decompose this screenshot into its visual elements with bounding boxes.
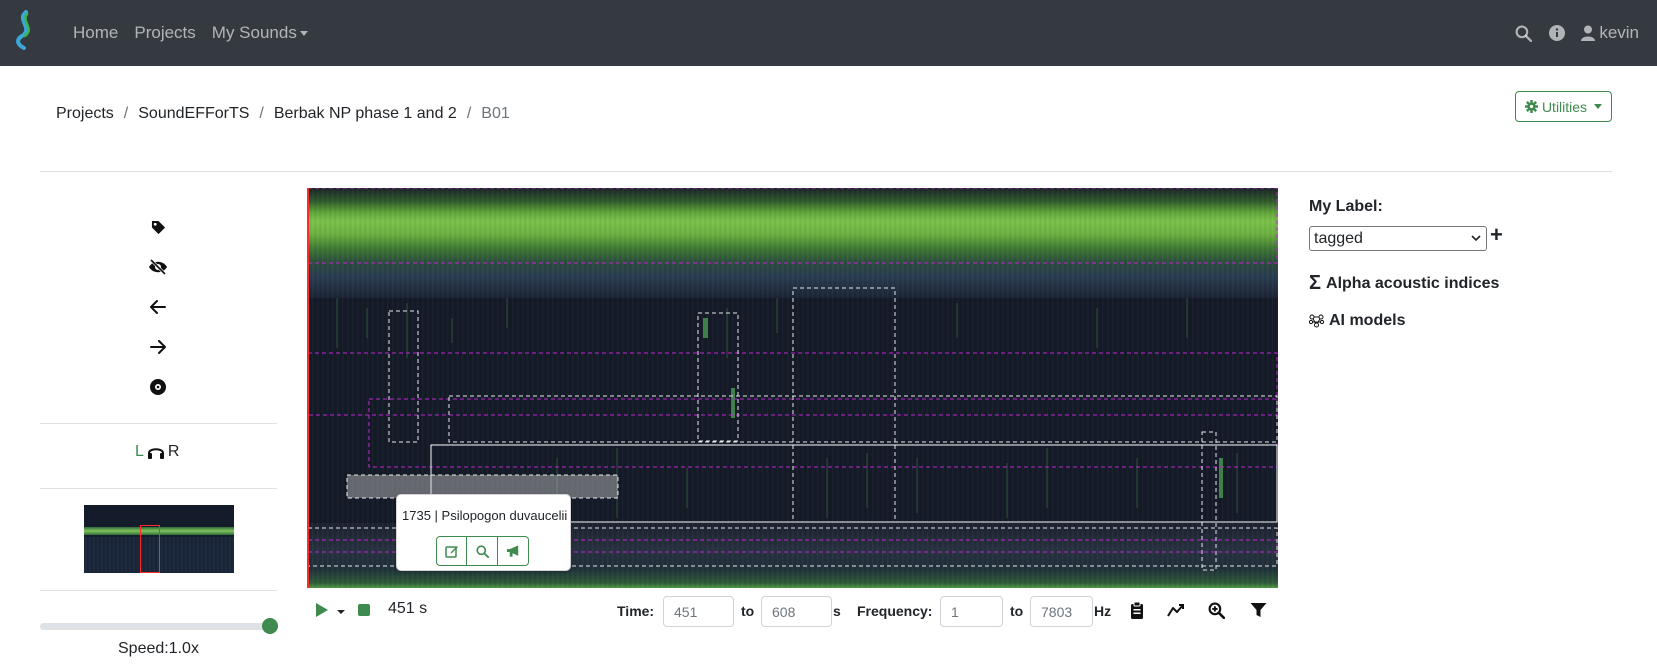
my-label-heading: My Label: bbox=[1309, 198, 1383, 215]
time-from-input[interactable] bbox=[663, 596, 734, 627]
chevron-down-icon bbox=[1471, 235, 1481, 242]
chart-line-icon[interactable] bbox=[1166, 600, 1186, 620]
popup-title: 1735 | Psilopogon duvaucelii bbox=[402, 508, 568, 523]
eye-slash-icon[interactable] bbox=[148, 257, 168, 277]
breadcrumb-separator: / bbox=[466, 105, 472, 122]
call-review-button[interactable] bbox=[498, 536, 529, 566]
current-time: 451 s bbox=[388, 600, 428, 617]
label-popup: 1735 | Psilopogon duvaucelii bbox=[396, 494, 571, 571]
utilities-button[interactable]: Utilities bbox=[1515, 91, 1612, 122]
add-label-button[interactable]: + bbox=[1490, 222, 1503, 248]
sigma-icon: Σ bbox=[1309, 272, 1322, 294]
zoom-to-label-button[interactable] bbox=[467, 536, 498, 566]
freq-unit: Hz bbox=[1094, 603, 1112, 619]
breadcrumb-collection[interactable]: Berbak NP phase 1 and 2 bbox=[274, 105, 457, 123]
chevron-down-icon bbox=[299, 31, 308, 37]
play-icon[interactable] bbox=[314, 601, 330, 619]
speed-label: Speed:1.0x bbox=[118, 640, 199, 657]
utilities-label: Utilities bbox=[1541, 98, 1588, 115]
navbar: Home Projects My Sounds kevin bbox=[0, 0, 1657, 66]
breadcrumb-projects[interactable]: Projects bbox=[56, 105, 114, 123]
search-icon bbox=[475, 544, 489, 558]
popup-buttons bbox=[436, 536, 529, 566]
time-to-label: to bbox=[741, 603, 755, 619]
stop-button[interactable] bbox=[358, 604, 370, 616]
search-icon[interactable] bbox=[1513, 23, 1533, 43]
channel-left[interactable]: L bbox=[135, 443, 144, 461]
tools-divider bbox=[40, 423, 277, 424]
network-icon bbox=[1309, 314, 1324, 328]
arrow-left-icon[interactable] bbox=[148, 297, 168, 317]
tools-divider bbox=[40, 590, 277, 591]
nav-my-sounds[interactable]: My Sounds bbox=[212, 23, 308, 43]
channel-right[interactable]: R bbox=[168, 443, 180, 461]
user-icon bbox=[1581, 25, 1596, 41]
breadcrumb-recording: B01 bbox=[481, 105, 510, 122]
alpha-indices-toggle[interactable]: Σ Alpha acoustic indices bbox=[1309, 272, 1499, 295]
ai-models-toggle[interactable]: AI models bbox=[1309, 312, 1405, 330]
breadcrumb-separator: / bbox=[123, 105, 129, 122]
nav-links: Home Projects My Sounds bbox=[73, 0, 324, 66]
clipboard-icon[interactable] bbox=[1127, 600, 1147, 620]
tag-icon[interactable] bbox=[148, 217, 168, 237]
filter-icon[interactable] bbox=[1248, 600, 1268, 620]
slider-thumb[interactable] bbox=[262, 618, 278, 634]
headphones-icon bbox=[147, 448, 164, 459]
nav-my-sounds-label: My Sounds bbox=[211, 23, 297, 42]
chevron-down-icon bbox=[1594, 104, 1603, 109]
alpha-indices-label: Alpha acoustic indices bbox=[1326, 274, 1500, 292]
time-unit: s bbox=[833, 603, 841, 619]
freq-from-input[interactable] bbox=[940, 596, 1003, 627]
ai-models-label: AI models bbox=[1329, 312, 1406, 329]
freq-to-input[interactable] bbox=[1030, 596, 1093, 627]
channel-selector: L R bbox=[135, 443, 179, 461]
nav-right: kevin bbox=[1513, 0, 1639, 66]
spectrogram-overview[interactable] bbox=[84, 505, 234, 573]
time-to-input[interactable] bbox=[761, 596, 832, 627]
megaphone-icon bbox=[506, 545, 518, 557]
nav-projects[interactable]: Projects bbox=[134, 23, 195, 43]
breadcrumb: Projects / SoundEFForTS / Berbak NP phas… bbox=[56, 105, 510, 123]
tools-divider bbox=[40, 488, 277, 489]
header-divider bbox=[40, 171, 1612, 172]
zoom-in-icon[interactable] bbox=[1206, 600, 1226, 620]
playhead-cursor[interactable] bbox=[307, 188, 309, 588]
edit-button[interactable] bbox=[436, 536, 467, 566]
play-options-chevron-icon[interactable] bbox=[336, 608, 346, 616]
arrow-right-icon[interactable] bbox=[148, 337, 168, 357]
frequency-label: Frequency: bbox=[857, 603, 933, 619]
speed-slider[interactable] bbox=[40, 615, 278, 637]
breadcrumb-project[interactable]: SoundEFForTS bbox=[138, 105, 249, 123]
my-label-select[interactable]: tagged bbox=[1309, 226, 1487, 251]
username: kevin bbox=[1599, 23, 1639, 42]
breadcrumb-separator: / bbox=[259, 105, 264, 122]
info-icon[interactable] bbox=[1547, 23, 1567, 43]
time-label: Time: bbox=[617, 603, 655, 619]
slider-track bbox=[40, 623, 277, 630]
signal-blobs bbox=[703, 318, 1223, 498]
nav-home[interactable]: Home bbox=[73, 23, 118, 43]
my-label-selected: tagged bbox=[1314, 229, 1363, 247]
user-menu[interactable]: kevin bbox=[1581, 23, 1639, 43]
freq-to-label: to bbox=[1010, 603, 1024, 619]
edit-icon bbox=[444, 546, 458, 558]
gear-icon bbox=[1524, 100, 1538, 113]
disc-icon[interactable] bbox=[148, 377, 168, 397]
app-logo-icon[interactable] bbox=[12, 10, 36, 50]
overview-selection[interactable] bbox=[140, 525, 160, 573]
